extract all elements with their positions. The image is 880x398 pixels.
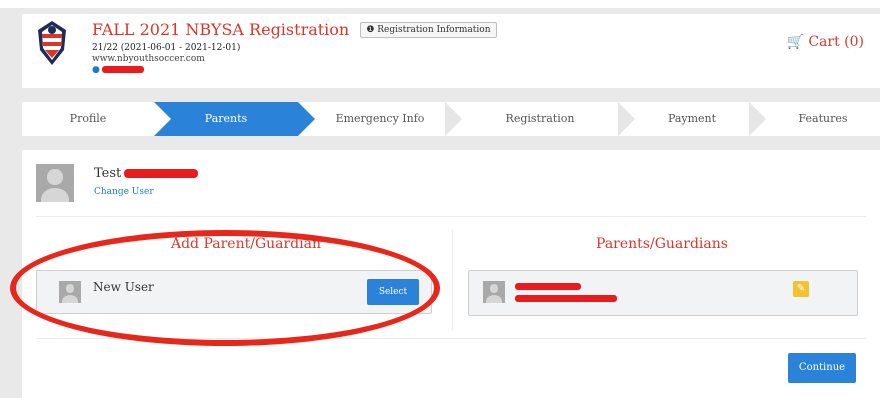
current-user-avatar-wrap bbox=[36, 164, 74, 202]
step-label: Payment bbox=[667, 112, 717, 125]
avatar bbox=[59, 281, 81, 303]
step-registration[interactable]: Registration bbox=[462, 102, 618, 136]
redacted-last-name bbox=[124, 169, 199, 178]
continue-button[interactable]: Continue bbox=[788, 353, 856, 383]
registration-info-label: Registration Information bbox=[377, 25, 491, 35]
avatar bbox=[36, 164, 74, 202]
club-logo bbox=[38, 21, 66, 65]
header-title-block: FALL 2021 NBYSA Registration ❶ Registrat… bbox=[92, 20, 497, 75]
step-label: Emergency Info bbox=[335, 112, 425, 125]
change-user-link[interactable]: Change User bbox=[94, 187, 154, 197]
step-emergency-info[interactable]: Emergency Info bbox=[315, 102, 445, 136]
step-profile[interactable]: Profile bbox=[22, 102, 154, 136]
info-icon: ❶ bbox=[366, 25, 375, 35]
registration-title: FALL 2021 NBYSA Registration bbox=[92, 20, 350, 39]
step-divider bbox=[445, 102, 462, 136]
registration-info-button[interactable]: ❶ Registration Information bbox=[360, 22, 497, 38]
redacted-username bbox=[101, 66, 144, 73]
cart-icon: 🛒 bbox=[786, 34, 804, 50]
step-features[interactable]: Features bbox=[766, 102, 880, 136]
new-user-label: New User bbox=[93, 280, 154, 294]
divider bbox=[36, 338, 866, 339]
cart-link[interactable]: 🛒 Cart (0) bbox=[786, 34, 864, 50]
step-label: Features bbox=[798, 112, 848, 125]
current-user-name: Test bbox=[94, 166, 199, 181]
season-dates: 21/22 (2021-06-01 - 2021-12-01) bbox=[92, 43, 241, 53]
select-button[interactable]: Select bbox=[367, 279, 419, 305]
redacted-parent-detail bbox=[515, 295, 617, 302]
step-label: Profile bbox=[69, 112, 107, 125]
registration-header: FALL 2021 NBYSA Registration ❶ Registrat… bbox=[22, 14, 880, 88]
clipped-top-strip bbox=[0, 0, 880, 8]
step-payment[interactable]: Payment bbox=[635, 102, 749, 136]
user-icon: ● bbox=[92, 65, 100, 75]
registration-steps: Profile Parents Emergency Info Registrat… bbox=[22, 102, 880, 136]
logged-in-user[interactable]: ● bbox=[92, 65, 497, 75]
current-user-first-name: Test bbox=[94, 166, 122, 181]
step-parents[interactable]: Parents bbox=[154, 102, 298, 136]
avatar bbox=[483, 281, 505, 303]
parent-card: ✎ bbox=[468, 270, 858, 316]
redacted-parent-name bbox=[515, 283, 581, 290]
new-user-card: New User Select bbox=[36, 270, 432, 314]
step-divider bbox=[618, 102, 635, 136]
step-divider bbox=[749, 102, 766, 136]
divider bbox=[36, 216, 866, 217]
step-divider bbox=[154, 102, 171, 136]
step-divider bbox=[298, 102, 315, 136]
step-label: Registration bbox=[505, 112, 575, 125]
pencil-icon[interactable]: ✎ bbox=[793, 281, 809, 297]
parents-heading: Parents/Guardians bbox=[596, 236, 728, 252]
cart-label: Cart (0) bbox=[808, 34, 864, 50]
step-label: Parents bbox=[204, 112, 248, 125]
club-website[interactable]: www.nbyouthsoccer.com bbox=[92, 54, 497, 64]
add-parent-heading: Add Parent/Guardian bbox=[170, 236, 321, 252]
